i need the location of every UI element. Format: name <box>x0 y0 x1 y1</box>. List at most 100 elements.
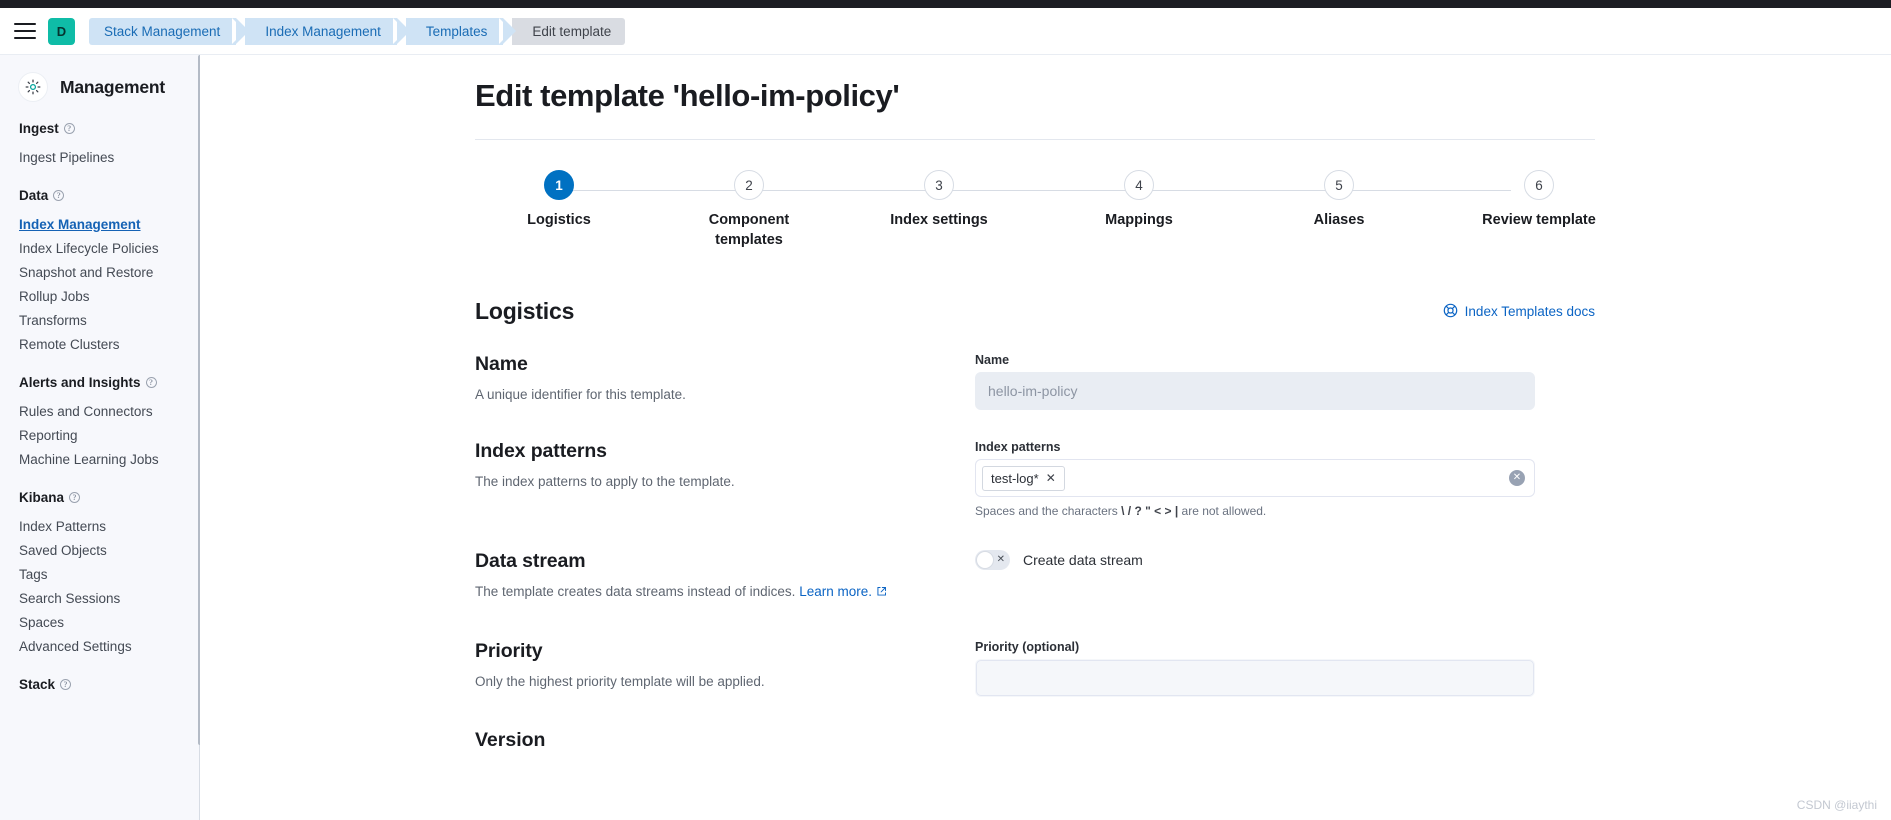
row-title: Priority <box>475 639 543 662</box>
helper-suffix: are not allowed. <box>1181 504 1267 518</box>
row-description: A unique identifier for this template. <box>475 387 686 402</box>
watermark: CSDN @iiaythi <box>1796 798 1877 812</box>
sidebar-item-rules-and-connectors[interactable]: Rules and Connectors <box>0 399 199 423</box>
hamburger-icon[interactable] <box>14 23 36 39</box>
breadcrumb-item-stack-management[interactable]: Stack Management <box>89 17 250 45</box>
sidebar-item-rollup-jobs[interactable]: Rollup Jobs <box>0 284 199 308</box>
form-row-name-description: Name A unique identifier for this templa… <box>475 353 945 410</box>
sidebar-header: Management <box>0 60 199 102</box>
wizard-step-1[interactable]: 1 Logistics <box>474 170 644 231</box>
form-row-priority-description: Priority Only the highest priority templ… <box>475 640 945 697</box>
create-data-stream-label: Create data stream <box>1023 552 1143 568</box>
sidebar-title: Management <box>60 76 165 97</box>
sidebar-section-label: Kibana <box>19 490 65 505</box>
sidebar-section-title-kibana: Kibana ? <box>0 490 199 505</box>
page-title: Edit template 'hello-im-policy' <box>475 78 900 113</box>
gear-icon <box>18 72 48 102</box>
help-lifebuoy-icon <box>1443 303 1458 321</box>
step-label: Mappings <box>1105 212 1173 228</box>
create-data-stream-row: ✕ Create data stream <box>975 550 1535 570</box>
row-description: Only the highest priority template will … <box>475 673 765 689</box>
clear-combobox-button[interactable]: ✕ <box>1509 470 1525 486</box>
sidebar-section-title-alerts: Alerts and Insights ? <box>0 375 199 390</box>
step-label: Logistics <box>527 212 591 228</box>
avatar[interactable]: D <box>48 17 75 45</box>
sidebar-item-ingest-pipelines[interactable]: Ingest Pipelines <box>0 145 199 169</box>
step-number: 4 <box>1124 170 1154 200</box>
row-description: The template creates data streams instea… <box>475 582 905 602</box>
priority-input[interactable] <box>975 658 1535 697</box>
wizard-step-4[interactable]: 4 Mappings <box>1054 170 1224 231</box>
sidebar-item-index-management[interactable]: Index Management <box>0 212 199 236</box>
sidebar-item-snapshot-and-restore[interactable]: Snapshot and Restore <box>0 260 199 284</box>
data-stream-description-text: The template creates data streams instea… <box>475 584 796 599</box>
sidebar-item-index-patterns[interactable]: Index Patterns <box>0 514 199 538</box>
question-icon[interactable]: ? <box>69 492 81 503</box>
form-row-data-stream: Data stream The template creates data st… <box>475 550 1595 602</box>
breadcrumb-item-edit-template: Edit template <box>512 17 626 45</box>
form-row-name: Name A unique identifier for this templa… <box>475 353 1595 410</box>
sidebar-section-ingest: Ingest ? Ingest Pipelines <box>0 121 199 169</box>
wizard-step-2[interactable]: 2 Component templates <box>664 170 834 250</box>
sidebar-item-advanced-settings[interactable]: Advanced Settings <box>0 634 199 658</box>
breadcrumb: Stack Management Index Management Templa… <box>89 17 634 45</box>
external-link-icon <box>876 584 887 599</box>
question-icon[interactable]: ? <box>145 377 157 388</box>
sidebar-section-alerts-and-insights: Alerts and Insights ? Rules and Connecto… <box>0 375 199 471</box>
sidebar-item-saved-objects[interactable]: Saved Objects <box>0 538 199 562</box>
helper-prefix: Spaces and the characters <box>975 504 1118 518</box>
row-title: Data stream <box>475 550 586 572</box>
index-pattern-pill[interactable]: test-log* ✕ <box>982 465 1065 491</box>
breadcrumb-item-index-management[interactable]: Index Management <box>245 17 410 45</box>
cross-icon: ✕ <box>996 554 1005 565</box>
index-patterns-helper-text: Spaces and the characters \ / ? " < > | … <box>975 504 1535 518</box>
priority-field-label: Priority (optional) <box>975 639 1080 654</box>
sidebar-item-search-sessions[interactable]: Search Sessions <box>0 586 199 610</box>
form-row-index-patterns-field: Index patterns test-log* ✕ ✕ Spaces and … <box>975 440 1535 518</box>
form-row-data-stream-field: ✕ Create data stream <box>975 550 1535 602</box>
step-label: Aliases <box>1313 212 1365 228</box>
step-number: 1 <box>544 170 574 200</box>
title-divider <box>475 139 1595 140</box>
create-data-stream-toggle[interactable]: ✕ <box>975 550 1010 570</box>
form-row-index-patterns-description: Index patterns The index patterns to app… <box>475 440 945 518</box>
wizard-step-3[interactable]: 3 Index settings <box>854 170 1024 231</box>
app-header: D Stack Management Index Management Temp… <box>0 8 1891 55</box>
sidebar-item-tags[interactable]: Tags <box>0 562 199 586</box>
step-number: 6 <box>1524 170 1554 200</box>
form-row-name-field: Name <box>975 353 1535 410</box>
sidebar-section-title-stack: Stack ? <box>0 677 199 692</box>
step-label: Review template <box>1482 212 1596 228</box>
question-icon[interactable]: ? <box>53 190 65 201</box>
wizard-steps: 1 Logistics 2 Component templates 3 Inde… <box>474 170 1596 265</box>
sidebar-item-transforms[interactable]: Transforms <box>0 308 199 332</box>
close-icon[interactable]: ✕ <box>1046 471 1056 485</box>
pill-label: test-log* <box>991 470 1039 486</box>
step-number: 5 <box>1324 170 1354 200</box>
index-patterns-combobox[interactable]: test-log* ✕ ✕ <box>975 459 1535 497</box>
question-icon[interactable]: ? <box>63 123 75 134</box>
sidebar-item-machine-learning-jobs[interactable]: Machine Learning Jobs <box>0 447 199 471</box>
breadcrumb-item-templates[interactable]: Templates <box>405 17 516 45</box>
step-number: 2 <box>734 170 764 200</box>
question-icon[interactable]: ? <box>60 679 72 690</box>
wizard-step-6[interactable]: 6 Review template <box>1454 170 1624 231</box>
sidebar-item-index-lifecycle-policies[interactable]: Index Lifecycle Policies <box>0 236 199 260</box>
wizard-step-5[interactable]: 5 Aliases <box>1254 170 1424 231</box>
step-number: 3 <box>924 170 954 200</box>
row-title: Name <box>475 353 528 375</box>
sidebar-section-title-data: Data ? <box>0 188 199 203</box>
row-title: Index patterns <box>475 440 607 462</box>
sidebar: Management Ingest ? Ingest Pipelines Dat… <box>0 55 200 820</box>
sidebar-section-kibana: Kibana ? Index Patterns Saved Objects Ta… <box>0 490 199 658</box>
row-description: The index patterns to apply to the templ… <box>475 474 735 489</box>
learn-more-link[interactable]: Learn more. <box>799 584 872 599</box>
sidebar-item-reporting[interactable]: Reporting <box>0 423 199 447</box>
sidebar-section-label: Alerts and Insights <box>19 375 141 390</box>
index-templates-docs-link[interactable]: Index Templates docs <box>1443 303 1595 321</box>
name-field-label: Name <box>975 353 1010 367</box>
sidebar-item-remote-clusters[interactable]: Remote Clusters <box>0 332 199 356</box>
step-label: Index settings <box>890 212 988 228</box>
sidebar-item-spaces[interactable]: Spaces <box>0 610 199 634</box>
form-row-data-stream-description: Data stream The template creates data st… <box>475 550 945 602</box>
